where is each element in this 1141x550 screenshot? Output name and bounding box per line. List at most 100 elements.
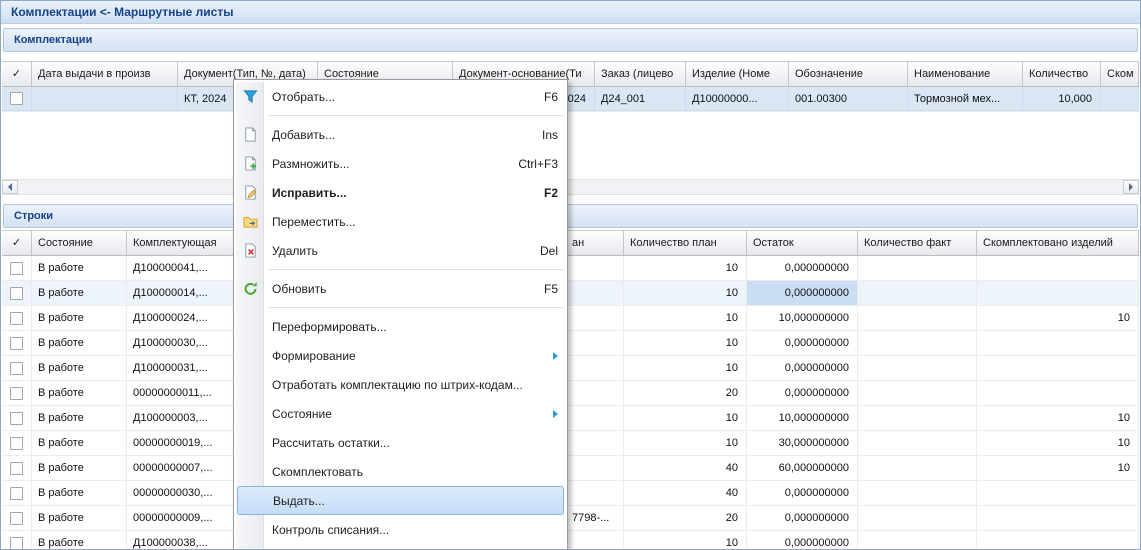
col-header-state[interactable]: Состояние — [32, 231, 127, 255]
col-header-order[interactable]: Заказ (лицево — [595, 62, 686, 86]
cell-state[interactable]: В работе — [32, 531, 127, 549]
cell-quantity-fact[interactable] — [858, 531, 977, 549]
menu-item-barcode-process[interactable]: Отработать комплектацию по штрих-кодам..… — [235, 370, 566, 399]
cell-quantity-fact[interactable] — [858, 281, 977, 305]
menu-item-state[interactable]: Состояние — [235, 399, 566, 428]
cell-date-issued[interactable] — [32, 87, 178, 111]
cell-state[interactable]: В работе — [32, 406, 127, 430]
cell-component[interactable]: Д100000024,... — [127, 306, 234, 330]
col-header-quantity-plan[interactable]: Количество план — [624, 231, 747, 255]
cell-assembled[interactable] — [977, 381, 1139, 405]
cell-assembled[interactable] — [977, 281, 1139, 305]
select-all-header[interactable]: ✓ — [2, 62, 32, 86]
cell-quantity-plan[interactable]: 10 — [624, 256, 747, 280]
menu-item-assemble[interactable]: Скомплектовать — [235, 457, 566, 486]
cell-rest[interactable]: 0,000000000 — [747, 356, 858, 380]
col-header-quantity-fact[interactable]: Количество факт — [858, 231, 977, 255]
cell-state[interactable]: В работе — [32, 281, 127, 305]
cell-quantity-fact[interactable] — [858, 306, 977, 330]
cell-assembled[interactable] — [977, 256, 1139, 280]
cell-order[interactable]: Д24_001 — [595, 87, 686, 111]
table-row[interactable]: В работе Д100000024,... 10 10,000000000 … — [2, 306, 1139, 331]
row-checkbox[interactable] — [2, 381, 32, 405]
cell-state[interactable]: В работе — [32, 306, 127, 330]
cell-quantity-fact[interactable] — [858, 381, 977, 405]
table-row[interactable]: В работе 00000000009,... 7798-... 20 0,0… — [2, 506, 1139, 531]
table-row[interactable]: В работе Д100000014,... 10 0,000000000 — [2, 281, 1139, 306]
menu-item-filter[interactable]: Отобрать...F6 — [235, 82, 566, 111]
cell-quantity-plan[interactable]: 10 — [624, 531, 747, 549]
cell-component[interactable]: Д100000031,... — [127, 356, 234, 380]
cell-quantity-plan[interactable]: 10 — [624, 331, 747, 355]
menu-item-add[interactable]: Добавить...Ins — [235, 120, 566, 149]
cell-rest[interactable]: 0,000000000 — [747, 506, 858, 530]
cell-quantity-fact[interactable] — [858, 406, 977, 430]
cell-component[interactable]: 00000000030,... — [127, 481, 234, 505]
col-header-rest[interactable]: Остаток — [747, 231, 858, 255]
cell-assembled[interactable] — [977, 506, 1139, 530]
cell-component[interactable]: Д100000030,... — [127, 331, 234, 355]
cell-assembled[interactable] — [977, 531, 1139, 549]
row-checkbox[interactable] — [2, 306, 32, 330]
cell-component[interactable]: Д100000041,... — [127, 256, 234, 280]
cell-component[interactable]: 00000000019,... — [127, 431, 234, 455]
menu-item-reformat[interactable]: Переформировать... — [235, 312, 566, 341]
col-header-name[interactable]: Наименование — [908, 62, 1023, 86]
cell-assembled[interactable] — [1101, 87, 1139, 111]
cell-quantity-fact[interactable] — [858, 456, 977, 480]
cell-rest[interactable]: 10,000000000 — [747, 406, 858, 430]
scroll-left-button[interactable] — [2, 180, 18, 194]
table-row[interactable]: КТ, 2024 024 Д24_001 Д10000000... 001.00… — [2, 87, 1139, 112]
cell-assembled[interactable]: 10 — [977, 431, 1139, 455]
select-all-header[interactable]: ✓ — [2, 231, 32, 255]
cell-rest[interactable]: 60,000000000 — [747, 456, 858, 480]
cell-assembled[interactable]: 10 — [977, 406, 1139, 430]
cell-rest[interactable]: 0,000000000 — [747, 381, 858, 405]
row-checkbox[interactable] — [2, 506, 32, 530]
cell-quantity-fact[interactable] — [858, 506, 977, 530]
cell-quantity-plan[interactable]: 10 — [624, 306, 747, 330]
cell-quantity-plan[interactable]: 40 — [624, 481, 747, 505]
row-checkbox[interactable] — [2, 256, 32, 280]
cell-component[interactable]: 00000000007,... — [127, 456, 234, 480]
cell-quantity-plan[interactable]: 20 — [624, 506, 747, 530]
col-header-assembled-products[interactable]: Скомплектовано изделий — [977, 231, 1139, 255]
table-row[interactable]: В работе Д100000003,... 10 10,000000000 … — [2, 406, 1139, 431]
cell-rest[interactable]: 10,000000000 — [747, 306, 858, 330]
menu-item-issue[interactable]: Выдать... — [237, 486, 564, 515]
cell-rest[interactable]: 0,000000000 — [747, 281, 858, 305]
cell-assembled[interactable]: 10 — [977, 456, 1139, 480]
cell-quantity[interactable]: 10,000 — [1023, 87, 1101, 111]
cell-rest[interactable]: 0,000000000 — [747, 481, 858, 505]
scroll-right-button[interactable] — [1123, 180, 1139, 194]
col-header-product[interactable]: Изделие (Номе — [686, 62, 789, 86]
col-header-component[interactable]: Комплектующая — [127, 231, 234, 255]
menu-item-move[interactable]: Переместить... — [235, 207, 566, 236]
cell-state[interactable]: В работе — [32, 431, 127, 455]
cell-state[interactable]: В работе — [32, 456, 127, 480]
menu-item-formation[interactable]: Формирование — [235, 341, 566, 370]
table-row[interactable]: В работе Д100000038,... 10 0,000000000 — [2, 531, 1139, 549]
cell-quantity-fact[interactable] — [858, 431, 977, 455]
cell-rest[interactable]: 0,000000000 — [747, 256, 858, 280]
table-row[interactable]: В работе Д100000031,... 10 0,000000000 — [2, 356, 1139, 381]
cell-state[interactable]: В работе — [32, 381, 127, 405]
row-checkbox[interactable] — [2, 406, 32, 430]
menu-item-delete[interactable]: УдалитьDel — [235, 236, 566, 265]
cell-component[interactable]: Д100000003,... — [127, 406, 234, 430]
cell-assembled[interactable]: 10 — [977, 306, 1139, 330]
cell-rest[interactable]: 30,000000000 — [747, 431, 858, 455]
cell-rest[interactable]: 0,000000000 — [747, 331, 858, 355]
col-header-assembled[interactable]: Ском — [1101, 62, 1139, 86]
cell-quantity-plan[interactable]: 20 — [624, 381, 747, 405]
row-checkbox[interactable] — [2, 356, 32, 380]
row-checkbox[interactable] — [2, 281, 32, 305]
menu-item-writeoff-control[interactable]: Контроль списания... — [235, 515, 566, 544]
table-row[interactable]: В работе Д100000030,... 10 0,000000000 — [2, 331, 1139, 356]
cell-component[interactable]: 00000000011,... — [127, 381, 234, 405]
cell-designation[interactable]: 001.00300 — [789, 87, 908, 111]
cell-quantity-plan[interactable]: 10 — [624, 356, 747, 380]
cell-component[interactable]: Д100000038,... — [127, 531, 234, 549]
cell-state[interactable]: В работе — [32, 481, 127, 505]
row-checkbox[interactable] — [2, 87, 32, 111]
